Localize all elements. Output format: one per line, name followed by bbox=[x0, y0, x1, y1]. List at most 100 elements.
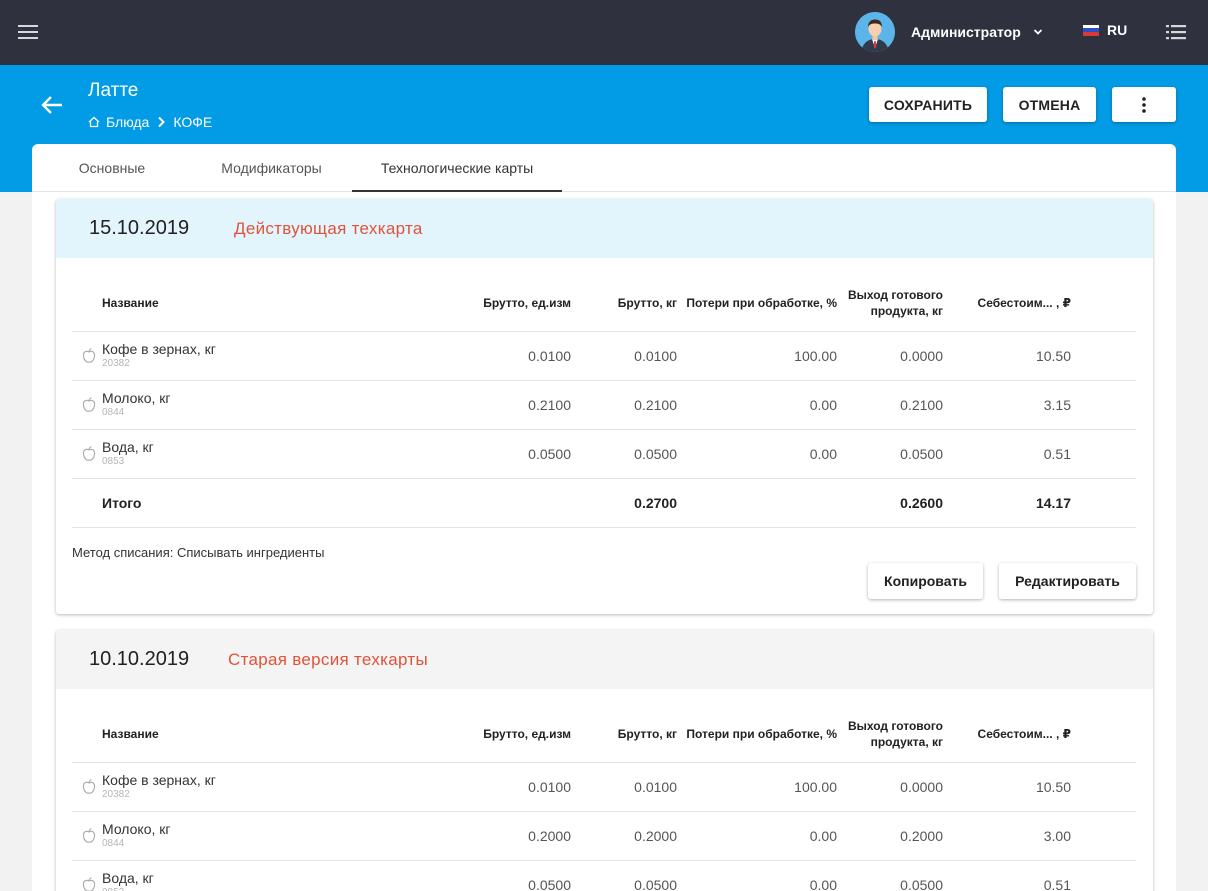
breadcrumb-dishes[interactable]: Блюда bbox=[106, 114, 149, 130]
breadcrumb: Блюда КОФЕ bbox=[88, 114, 212, 130]
ingredient-code: 0853 bbox=[102, 887, 302, 891]
cancel-button[interactable]: ОТМЕНА bbox=[1003, 87, 1096, 122]
card-status: Действующая техкарта bbox=[234, 218, 423, 238]
menu-icon[interactable] bbox=[18, 25, 38, 39]
cell-gross-unit: 0.2000 bbox=[302, 811, 571, 861]
user-name: Администратор bbox=[911, 24, 1021, 40]
avatar bbox=[855, 12, 895, 52]
tab-tech-cards[interactable]: Технологические карты bbox=[352, 144, 562, 192]
col-gross-kg: Брутто, кг bbox=[571, 276, 677, 332]
table-row: Кофе в зернах, кг 20382 0.0100 0.0100 10… bbox=[72, 331, 1136, 381]
ingredient-name: Молоко, кг bbox=[102, 390, 171, 406]
cell-cost: 10.50 bbox=[943, 762, 1071, 812]
flag-ru-icon bbox=[1083, 24, 1099, 36]
cell-loss: 0.00 bbox=[677, 811, 837, 861]
back-arrow-icon[interactable] bbox=[40, 95, 64, 115]
col-output: Выход готового продукта, кг bbox=[837, 276, 943, 332]
card-header: 10.10.2019 Старая версия техкарты bbox=[56, 630, 1153, 689]
cell-loss: 0.00 bbox=[677, 860, 837, 891]
chevron-down-icon bbox=[1033, 29, 1042, 35]
cell-output: 0.0500 bbox=[837, 429, 943, 479]
cell-cost: 3.00 bbox=[943, 811, 1071, 861]
ingredient-name: Вода, кг bbox=[102, 439, 154, 455]
apple-icon bbox=[82, 347, 96, 363]
copy-button[interactable]: Копировать bbox=[868, 563, 983, 599]
apple-icon bbox=[82, 876, 96, 891]
write-off-method: Метод списания: Списывать ингредиенты bbox=[72, 545, 325, 560]
cell-cost: 3.15 bbox=[943, 380, 1071, 430]
tab-main[interactable]: Основные bbox=[53, 144, 171, 192]
col-name: Название bbox=[72, 276, 302, 332]
breadcrumb-coffee[interactable]: КОФЕ bbox=[173, 114, 212, 130]
table-row: Кофе в зернах, кг 20382 0.0100 0.0100 10… bbox=[72, 762, 1136, 812]
content-panel: Основные Модификаторы Технологические ка… bbox=[32, 144, 1176, 891]
tech-card-old: 10.10.2019 Старая версия техкарты Назван… bbox=[56, 630, 1153, 891]
col-name: Название bbox=[72, 707, 302, 763]
cell-gross-kg: 0.0100 bbox=[571, 331, 677, 381]
cell-cost: 10.50 bbox=[943, 331, 1071, 381]
save-button[interactable]: СОХРАНИТЬ bbox=[869, 87, 987, 122]
home-icon bbox=[88, 116, 100, 128]
table-row: Вода, кг 0853 0.0500 0.0500 0.00 0.0500 … bbox=[72, 429, 1136, 479]
ingredient-name: Молоко, кг bbox=[102, 821, 171, 837]
ingredient-code: 20382 bbox=[102, 789, 130, 800]
more-button[interactable] bbox=[1112, 87, 1176, 122]
tech-card-current: 15.10.2019 Действующая техкарта Название… bbox=[56, 199, 1153, 614]
total-label: Итого bbox=[72, 478, 302, 528]
table-row: Молоко, кг 0844 0.2000 0.2000 0.00 0.200… bbox=[72, 811, 1136, 861]
ingredient-name: Кофе в зернах, кг bbox=[102, 341, 216, 357]
cell-loss: 100.00 bbox=[677, 331, 837, 381]
ingredients-table: Название Брутто, ед.изм Брутто, кг Потер… bbox=[72, 707, 1136, 891]
cell-cost: 0.51 bbox=[943, 860, 1071, 891]
cell-gross-unit: 0.0100 bbox=[302, 762, 571, 812]
total-output: 0.2600 bbox=[837, 478, 943, 528]
table-row: Вода, кг 0853 0.0500 0.0500 0.00 0.0500 … bbox=[72, 860, 1136, 891]
cell-output: 0.2000 bbox=[837, 811, 943, 861]
language-selector[interactable]: RU bbox=[1083, 22, 1127, 38]
cell-gross-kg: 0.0500 bbox=[571, 860, 677, 891]
col-cost: Себестоим... , ₽ bbox=[943, 276, 1071, 332]
col-loss: Потери при обработке, % bbox=[677, 707, 837, 763]
ingredient-name: Кофе в зернах, кг bbox=[102, 772, 216, 788]
cell-loss: 0.00 bbox=[677, 380, 837, 430]
cell-gross-kg: 0.0500 bbox=[571, 429, 677, 479]
edit-button[interactable]: Редактировать bbox=[999, 563, 1136, 599]
col-output: Выход готового продукта, кг bbox=[837, 707, 943, 763]
top-app-bar: Администратор RU bbox=[0, 0, 1208, 65]
card-date: 15.10.2019 bbox=[89, 217, 190, 239]
tab-modifiers[interactable]: Модификаторы bbox=[201, 144, 342, 192]
total-row: Итого 0.2700 0.2600 14.17 bbox=[72, 478, 1136, 528]
chevron-right-icon bbox=[158, 116, 166, 128]
language-label: RU bbox=[1107, 22, 1128, 38]
apple-icon bbox=[82, 445, 96, 461]
cell-gross-unit: 0.2100 bbox=[302, 380, 571, 430]
card-date: 10.10.2019 bbox=[89, 648, 190, 670]
list-icon[interactable] bbox=[1166, 24, 1186, 40]
ingredient-code: 0844 bbox=[102, 838, 125, 849]
col-gross-kg: Брутто, кг bbox=[571, 707, 677, 763]
cell-gross-kg: 0.2000 bbox=[571, 811, 677, 861]
total-cost: 14.17 bbox=[943, 478, 1071, 528]
cell-gross-unit: 0.0500 bbox=[302, 429, 571, 479]
col-gross-unit: Брутто, ед.изм bbox=[302, 707, 571, 763]
total-gross-kg: 0.2700 bbox=[571, 478, 677, 528]
ingredient-code: 20382 bbox=[102, 358, 130, 369]
cell-output: 0.2100 bbox=[837, 380, 943, 430]
cell-gross-unit: 0.0100 bbox=[302, 331, 571, 381]
user-menu[interactable]: Администратор bbox=[855, 12, 1043, 52]
ingredients-table: Название Брутто, ед.изм Брутто, кг Потер… bbox=[72, 276, 1136, 528]
ingredient-code: 0853 bbox=[102, 456, 125, 467]
col-cost: Себестоим... , ₽ bbox=[943, 707, 1071, 763]
col-gross-unit: Брутто, ед.изм bbox=[302, 276, 571, 332]
ingredient-name: Вода, кг bbox=[102, 870, 154, 886]
cell-cost: 0.51 bbox=[943, 429, 1071, 479]
cell-gross-kg: 0.2100 bbox=[571, 380, 677, 430]
cell-loss: 100.00 bbox=[677, 762, 837, 812]
cell-gross-kg: 0.0100 bbox=[571, 762, 677, 812]
cell-loss: 0.00 bbox=[677, 429, 837, 479]
cell-output: 0.0000 bbox=[837, 762, 943, 812]
cell-output: 0.0000 bbox=[837, 331, 943, 381]
apple-icon bbox=[82, 827, 96, 843]
cell-output: 0.0500 bbox=[837, 860, 943, 891]
apple-icon bbox=[82, 778, 96, 794]
